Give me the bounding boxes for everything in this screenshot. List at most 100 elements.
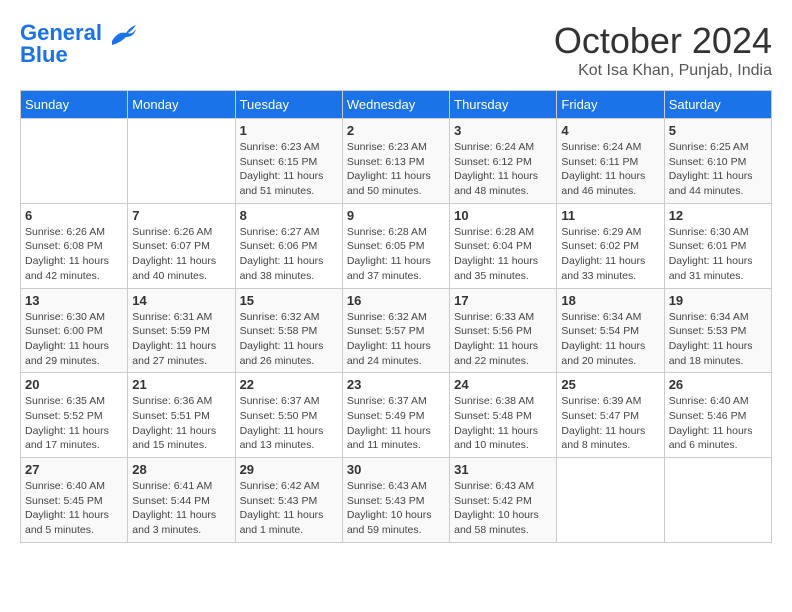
day-number: 21	[132, 377, 230, 392]
day-cell	[664, 458, 771, 543]
day-cell: 15 Sunrise: 6:32 AM Sunset: 5:58 PM Dayli…	[235, 288, 342, 373]
day-info: Sunrise: 6:32 AM Sunset: 5:57 PM Dayligh…	[347, 310, 445, 369]
weekday-header-thursday: Thursday	[450, 91, 557, 119]
location: Kot Isa Khan, Punjab, India	[554, 62, 772, 80]
week-row-1: 1Sunrise: 6:23 AM Sunset: 6:15 PM Daylig…	[21, 119, 772, 204]
day-cell: 28 Sunrise: 6:41 AM Sunset: 5:44 PM Dayli…	[128, 458, 235, 543]
day-number: 24	[454, 377, 552, 392]
day-number: 2	[347, 123, 445, 138]
day-cell: 12 Sunrise: 6:30 AM Sunset: 6:01 PM Dayli…	[664, 203, 771, 288]
day-info: Sunrise: 6:23 AM Sunset: 6:15 PM Dayligh…	[240, 140, 338, 199]
day-info: Sunrise: 6:32 AM Sunset: 5:58 PM Dayligh…	[240, 310, 338, 369]
day-cell: 24 Sunrise: 6:38 AM Sunset: 5:48 PM Dayli…	[450, 373, 557, 458]
weekday-header-wednesday: Wednesday	[342, 91, 449, 119]
day-cell: 5 Sunrise: 6:25 AM Sunset: 6:10 PM Daylig…	[664, 119, 771, 204]
day-info: Sunrise: 6:33 AM Sunset: 5:56 PM Dayligh…	[454, 310, 552, 369]
day-info: Sunrise: 6:40 AM Sunset: 5:46 PM Dayligh…	[669, 394, 767, 453]
day-number: 28	[132, 462, 230, 477]
day-cell: 29 Sunrise: 6:42 AM Sunset: 5:43 PM Dayli…	[235, 458, 342, 543]
day-info: Sunrise: 6:26 AM Sunset: 6:08 PM Dayligh…	[25, 225, 123, 284]
day-info: Sunrise: 6:37 AM Sunset: 5:49 PM Dayligh…	[347, 394, 445, 453]
day-cell	[557, 458, 664, 543]
day-info: Sunrise: 6:31 AM Sunset: 5:59 PM Dayligh…	[132, 310, 230, 369]
day-info: Sunrise: 6:40 AM Sunset: 5:45 PM Dayligh…	[25, 479, 123, 538]
day-number: 17	[454, 293, 552, 308]
day-cell: 9Sunrise: 6:28 AM Sunset: 6:05 PM Daylig…	[342, 203, 449, 288]
logo-blue: Blue	[20, 44, 136, 66]
day-cell: 4Sunrise: 6:24 AM Sunset: 6:11 PM Daylig…	[557, 119, 664, 204]
day-cell	[21, 119, 128, 204]
calendar-table: SundayMondayTuesdayWednesdayThursdayFrid…	[20, 90, 772, 543]
day-info: Sunrise: 6:41 AM Sunset: 5:44 PM Dayligh…	[132, 479, 230, 538]
day-cell: 11Sunrise: 6:29 AM Sunset: 6:02 PM Dayli…	[557, 203, 664, 288]
day-cell	[128, 119, 235, 204]
weekday-header-row: SundayMondayTuesdayWednesdayThursdayFrid…	[21, 91, 772, 119]
logo-bird-icon	[110, 23, 136, 45]
day-cell: 1Sunrise: 6:23 AM Sunset: 6:15 PM Daylig…	[235, 119, 342, 204]
day-cell: 3 Sunrise: 6:24 AM Sunset: 6:12 PM Daylig…	[450, 119, 557, 204]
day-number: 22	[240, 377, 338, 392]
week-row-4: 20 Sunrise: 6:35 AM Sunset: 5:52 PM Dayli…	[21, 373, 772, 458]
day-number: 5	[669, 123, 767, 138]
day-cell: 25 Sunrise: 6:39 AM Sunset: 5:47 PM Dayli…	[557, 373, 664, 458]
day-number: 12	[669, 208, 767, 223]
day-info: Sunrise: 6:30 AM Sunset: 6:01 PM Dayligh…	[669, 225, 767, 284]
day-info: Sunrise: 6:43 AM Sunset: 5:42 PM Dayligh…	[454, 479, 552, 538]
week-row-5: 27Sunrise: 6:40 AM Sunset: 5:45 PM Dayli…	[21, 458, 772, 543]
day-number: 25	[561, 377, 659, 392]
day-number: 14	[132, 293, 230, 308]
day-cell: 2 Sunrise: 6:23 AM Sunset: 6:13 PM Daylig…	[342, 119, 449, 204]
day-number: 23	[347, 377, 445, 392]
day-info: Sunrise: 6:27 AM Sunset: 6:06 PM Dayligh…	[240, 225, 338, 284]
weekday-header-saturday: Saturday	[664, 91, 771, 119]
month-title: October 2024	[554, 20, 772, 62]
day-info: Sunrise: 6:37 AM Sunset: 5:50 PM Dayligh…	[240, 394, 338, 453]
day-info: Sunrise: 6:34 AM Sunset: 5:54 PM Dayligh…	[561, 310, 659, 369]
day-number: 11	[561, 208, 659, 223]
day-cell: 6Sunrise: 6:26 AM Sunset: 6:08 PM Daylig…	[21, 203, 128, 288]
day-cell: 20 Sunrise: 6:35 AM Sunset: 5:52 PM Dayli…	[21, 373, 128, 458]
day-info: Sunrise: 6:25 AM Sunset: 6:10 PM Dayligh…	[669, 140, 767, 199]
day-number: 10	[454, 208, 552, 223]
day-info: Sunrise: 6:39 AM Sunset: 5:47 PM Dayligh…	[561, 394, 659, 453]
day-number: 20	[25, 377, 123, 392]
day-cell: 19Sunrise: 6:34 AM Sunset: 5:53 PM Dayli…	[664, 288, 771, 373]
weekday-header-sunday: Sunday	[21, 91, 128, 119]
day-number: 29	[240, 462, 338, 477]
day-info: Sunrise: 6:43 AM Sunset: 5:43 PM Dayligh…	[347, 479, 445, 538]
day-number: 15	[240, 293, 338, 308]
weekday-header-monday: Monday	[128, 91, 235, 119]
day-info: Sunrise: 6:26 AM Sunset: 6:07 PM Dayligh…	[132, 225, 230, 284]
day-info: Sunrise: 6:34 AM Sunset: 5:53 PM Dayligh…	[669, 310, 767, 369]
day-number: 31	[454, 462, 552, 477]
day-info: Sunrise: 6:38 AM Sunset: 5:48 PM Dayligh…	[454, 394, 552, 453]
day-number: 8	[240, 208, 338, 223]
day-info: Sunrise: 6:36 AM Sunset: 5:51 PM Dayligh…	[132, 394, 230, 453]
day-cell: 27Sunrise: 6:40 AM Sunset: 5:45 PM Dayli…	[21, 458, 128, 543]
day-cell: 14 Sunrise: 6:31 AM Sunset: 5:59 PM Dayli…	[128, 288, 235, 373]
day-info: Sunrise: 6:30 AM Sunset: 6:00 PM Dayligh…	[25, 310, 123, 369]
day-cell: 22 Sunrise: 6:37 AM Sunset: 5:50 PM Dayli…	[235, 373, 342, 458]
day-number: 3	[454, 123, 552, 138]
day-cell: 18 Sunrise: 6:34 AM Sunset: 5:54 PM Dayli…	[557, 288, 664, 373]
day-cell: 10 Sunrise: 6:28 AM Sunset: 6:04 PM Dayli…	[450, 203, 557, 288]
weekday-header-tuesday: Tuesday	[235, 91, 342, 119]
title-block: October 2024 Kot Isa Khan, Punjab, India	[554, 20, 772, 80]
logo-general: General	[20, 20, 102, 45]
day-info: Sunrise: 6:28 AM Sunset: 6:04 PM Dayligh…	[454, 225, 552, 284]
day-info: Sunrise: 6:35 AM Sunset: 5:52 PM Dayligh…	[25, 394, 123, 453]
day-cell: 13 Sunrise: 6:30 AM Sunset: 6:00 PM Dayli…	[21, 288, 128, 373]
week-row-2: 6Sunrise: 6:26 AM Sunset: 6:08 PM Daylig…	[21, 203, 772, 288]
day-info: Sunrise: 6:23 AM Sunset: 6:13 PM Dayligh…	[347, 140, 445, 199]
day-number: 16	[347, 293, 445, 308]
day-cell: 16 Sunrise: 6:32 AM Sunset: 5:57 PM Dayli…	[342, 288, 449, 373]
day-info: Sunrise: 6:42 AM Sunset: 5:43 PM Dayligh…	[240, 479, 338, 538]
day-cell: 30Sunrise: 6:43 AM Sunset: 5:43 PM Dayli…	[342, 458, 449, 543]
day-number: 13	[25, 293, 123, 308]
day-info: Sunrise: 6:24 AM Sunset: 6:12 PM Dayligh…	[454, 140, 552, 199]
day-number: 18	[561, 293, 659, 308]
day-info: Sunrise: 6:24 AM Sunset: 6:11 PM Dayligh…	[561, 140, 659, 199]
day-number: 7	[132, 208, 230, 223]
day-cell: 21 Sunrise: 6:36 AM Sunset: 5:51 PM Dayli…	[128, 373, 235, 458]
day-cell: 26Sunrise: 6:40 AM Sunset: 5:46 PM Dayli…	[664, 373, 771, 458]
